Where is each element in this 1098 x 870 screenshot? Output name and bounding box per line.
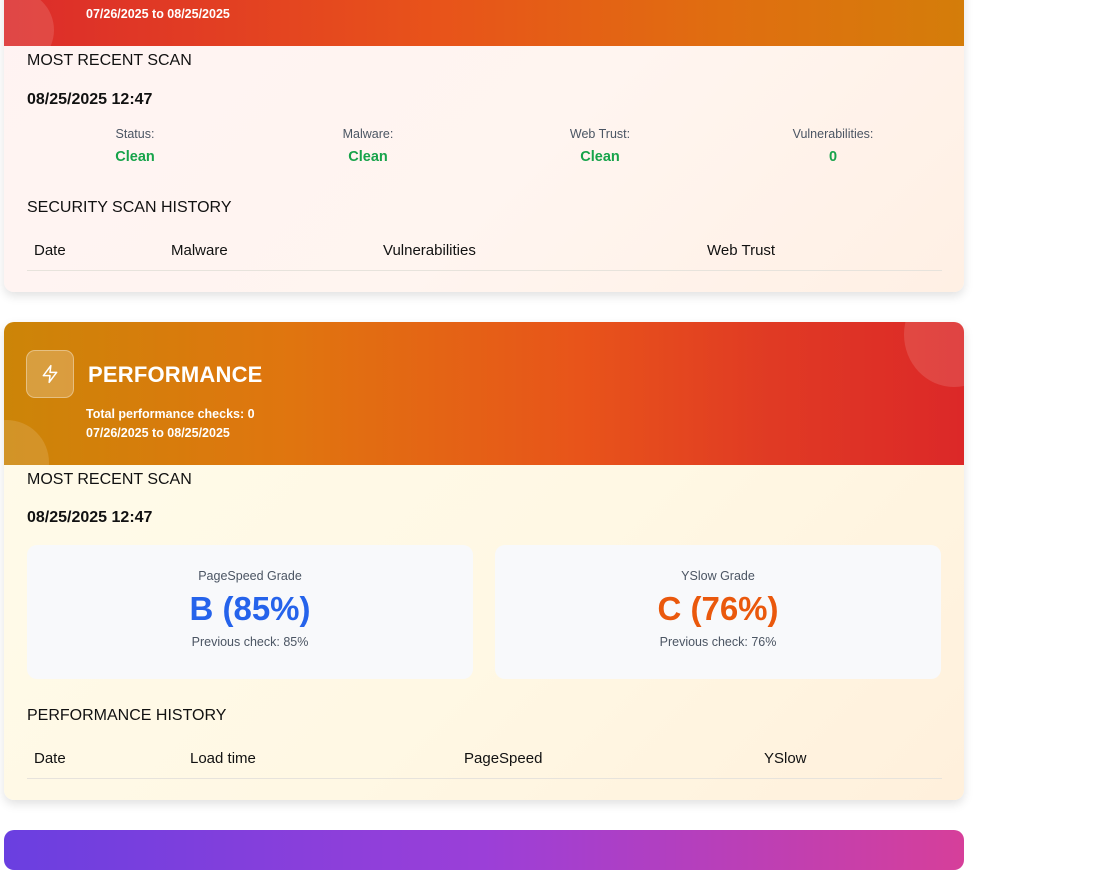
security-scan-date: 08/25/2025 12:47: [27, 91, 153, 108]
column-header-malware[interactable]: Malware: [171, 242, 228, 259]
header-decoration: [4, 420, 49, 465]
stat-web-trust: Web Trust: Clean: [500, 127, 700, 165]
pagespeed-grade-label: PageSpeed Grade: [198, 569, 302, 583]
stat-status-value: Clean: [115, 149, 155, 165]
stat-status: Status: Clean: [35, 127, 235, 165]
stat-status-label: Status:: [115, 127, 155, 141]
security-history-table-header: Date Malware Vulnerabilities Web Trust: [27, 232, 942, 271]
performance-date-range: 07/26/2025 to 08/25/2025: [86, 426, 230, 440]
stat-vulnerabilities-value: 0: [828, 149, 838, 165]
header-decoration: [4, 0, 54, 46]
column-header-vulnerabilities[interactable]: Vulnerabilities: [383, 242, 476, 259]
column-header-pagespeed[interactable]: PageSpeed: [464, 750, 542, 767]
performance-icon-box: [26, 350, 74, 398]
performance-card: PERFORMANCE Total performance checks: 0 …: [4, 322, 964, 800]
lightning-icon: [42, 364, 58, 384]
performance-history-table-header: Date Load time PageSpeed YSlow: [27, 740, 942, 779]
security-card: 07/26/2025 to 08/25/2025 MOST RECENT SCA…: [4, 0, 964, 292]
security-most-recent-title: MOST RECENT SCAN: [27, 52, 192, 69]
column-header-date[interactable]: Date: [34, 242, 66, 259]
stat-malware-label: Malware:: [342, 127, 394, 141]
performance-most-recent-title: MOST RECENT SCAN: [27, 471, 192, 488]
header-decoration: [904, 322, 964, 387]
security-history-title: SECURITY SCAN HISTORY: [27, 199, 232, 216]
yslow-previous-check: Previous check: 76%: [659, 635, 777, 649]
performance-header: PERFORMANCE Total performance checks: 0 …: [4, 322, 964, 465]
pagespeed-previous-check: Previous check: 85%: [191, 635, 309, 649]
stat-malware: Malware: Clean: [268, 127, 468, 165]
column-header-yslow[interactable]: YSlow: [764, 750, 807, 767]
yslow-grade-label: YSlow Grade: [681, 569, 755, 583]
yslow-grade-value: C (76%): [657, 590, 779, 627]
yslow-grade-card: YSlow Grade C (76%) Previous check: 76%: [495, 545, 941, 679]
performance-history-title: PERFORMANCE HISTORY: [27, 707, 227, 724]
performance-scan-date: 08/25/2025 12:47: [27, 509, 153, 526]
next-card-header: [4, 830, 964, 870]
pagespeed-grade-value: B (85%): [189, 590, 311, 627]
column-header-date[interactable]: Date: [34, 750, 66, 767]
performance-title: PERFORMANCE: [88, 362, 263, 387]
stat-web-trust-label: Web Trust:: [569, 127, 631, 141]
stat-web-trust-value: Clean: [580, 149, 620, 165]
pagespeed-grade-card: PageSpeed Grade B (85%) Previous check: …: [27, 545, 473, 679]
stat-malware-value: Clean: [348, 149, 388, 165]
stat-vulnerabilities-label: Vulnerabilities:: [792, 127, 874, 141]
stat-vulnerabilities: Vulnerabilities: 0: [733, 127, 933, 165]
performance-total-checks: Total performance checks: 0: [86, 407, 255, 421]
column-header-web-trust[interactable]: Web Trust: [707, 242, 775, 259]
column-header-load-time[interactable]: Load time: [190, 750, 256, 767]
security-header: 07/26/2025 to 08/25/2025: [4, 0, 964, 46]
security-date-range: 07/26/2025 to 08/25/2025: [86, 7, 230, 21]
